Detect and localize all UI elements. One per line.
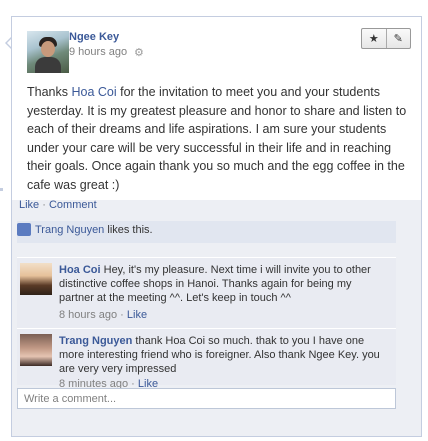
story-actions: ★ ✎ [361, 28, 411, 49]
post-timestamp[interactable]: 9 hours ago [69, 46, 127, 58]
thumbs-up-icon [17, 223, 31, 236]
likes-summary: Trang Nguyen likes this. [35, 224, 153, 236]
comment-time[interactable]: 8 hours ago [59, 309, 117, 321]
likes-text: likes this. [104, 224, 153, 236]
like-link[interactable]: Like [19, 199, 39, 211]
comment-like-link[interactable]: Like [127, 309, 147, 321]
commenter-avatar[interactable] [20, 334, 52, 366]
comment-text: Hey, it's my pleasure. Next time i will … [59, 264, 371, 304]
author-name[interactable]: Ngee Key [69, 31, 119, 43]
commenter-avatar[interactable] [20, 263, 52, 295]
commenter-name[interactable]: Hoa Coi [59, 264, 101, 276]
star-icon[interactable]: ★ [362, 29, 386, 48]
meta-separator: · [117, 309, 127, 321]
privacy-gear-icon[interactable]: ⚙ [134, 46, 144, 59]
timeline-dot [0, 188, 3, 191]
comment-body: Trang Nguyen thank Hoa Coi so much. thak… [59, 334, 389, 391]
comment-meta: 8 hours ago · Like [59, 308, 147, 322]
post-text-part: for the invitation to meet you and your … [27, 85, 407, 192]
commenter-name[interactable]: Trang Nguyen [59, 335, 132, 347]
comment-body: Hoa Coi Hey, it's my pleasure. Next time… [59, 263, 389, 322]
like-comment-row: Like · Comment [19, 199, 97, 211]
author-avatar[interactable] [27, 31, 69, 73]
comment-item: Hoa Coi Hey, it's my pleasure. Next time… [17, 257, 396, 328]
post-text: Thanks Hoa Coi for the invitation to mee… [27, 83, 412, 194]
comment-input-box [17, 388, 396, 409]
comment-link[interactable]: Comment [49, 199, 97, 211]
comment-input[interactable] [18, 389, 395, 408]
mention-link[interactable]: Hoa Coi [71, 85, 116, 99]
comment-item: Trang Nguyen thank Hoa Coi so much. thak… [17, 328, 396, 390]
liker-name[interactable]: Trang Nguyen [35, 224, 104, 236]
action-separator: · [39, 199, 49, 211]
post-text-part: Thanks [27, 85, 72, 99]
edit-pencil-icon[interactable]: ✎ [387, 29, 411, 48]
